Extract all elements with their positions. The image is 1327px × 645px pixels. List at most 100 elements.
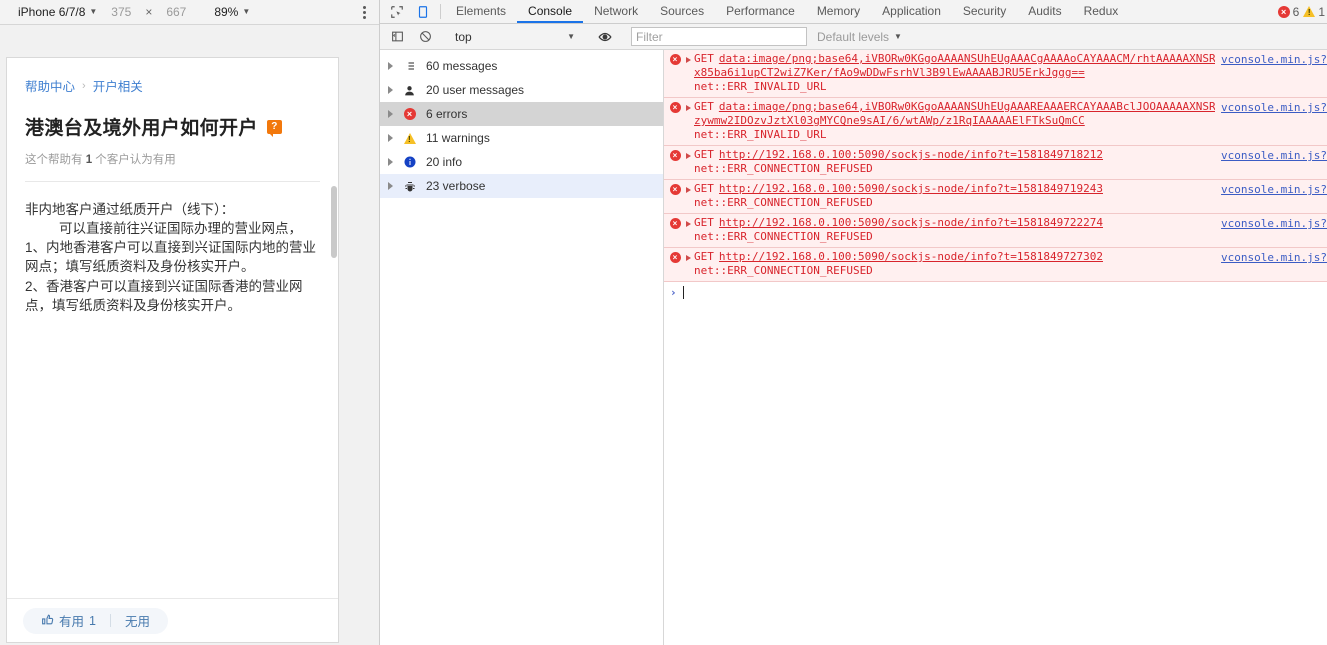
sidebar-item-info[interactable]: 20 info [380,150,663,174]
device-height-input[interactable]: 667 [156,5,196,19]
sidebar-item-verbose[interactable]: 23 verbose [380,174,663,198]
prompt-chevron-icon: › [670,286,677,299]
mobile-page: 帮助中心 › 开户相关 港澳台及境外用户如何开户 ? 这个帮助有 1 个客户认为… [6,57,339,643]
request-url[interactable]: data:image/png;base64,iVBORw0KGgoAAAANSU… [719,52,1149,65]
thumbs-up-icon [41,613,54,629]
source-link[interactable]: vconsole.min.js? [1215,101,1327,114]
expand-arrow-icon[interactable] [388,110,393,118]
error-icon: × [1277,5,1290,18]
source-link[interactable]: vconsole.min.js? [1215,53,1327,66]
question-badge-icon: ? [266,119,282,137]
sidebar-item-errors-label: 6 errors [426,107,468,121]
tab-network[interactable]: Network [583,0,649,23]
console-message-list[interactable]: × GET data:image/png;base64,iVBORw0KGgoAA… [664,50,1327,645]
console-message-row[interactable]: × GET http://192.168.0.100:5090/sockjs-no… [664,146,1327,180]
kebab-menu-icon[interactable] [355,2,373,22]
expand-arrow-icon[interactable] [686,221,691,227]
sidebar-item-messages[interactable]: 60 messages [380,54,663,78]
request-method: GET [694,216,714,229]
console-prompt[interactable]: › [664,282,1327,299]
error-icon: × [664,52,686,65]
error-badge[interactable]: × 6 [1277,5,1299,19]
sidebar-item-user-messages-label: 20 user messages [426,83,525,97]
request-url[interactable]: http://192.168.0.100:5090/sockjs-node/in… [719,250,1103,264]
device-width-input[interactable]: 375 [101,5,141,19]
useful-button[interactable]: 有用 1 [27,608,110,634]
zoom-select[interactable]: 89% ▼ [214,5,250,19]
console-message-row[interactable]: × GET http://192.168.0.100:5090/sockjs-no… [664,214,1327,248]
expand-arrow-icon[interactable] [686,105,691,111]
expand-arrow-icon[interactable] [686,153,691,159]
breadcrumb-root[interactable]: 帮助中心 [25,76,75,95]
breadcrumb: 帮助中心 › 开户相关 [25,76,320,95]
source-link[interactable]: vconsole.min.js? [1215,183,1327,196]
warning-badge[interactable]: 1 [1303,5,1325,19]
useful-note-prefix: 这个帮助有 [25,154,86,166]
source-link[interactable]: vconsole.min.js? [1215,149,1327,162]
source-link[interactable]: vconsole.min.js? [1215,251,1327,264]
chevron-down-icon: ▼ [89,7,98,16]
sidebar-item-warnings[interactable]: 11 warnings [380,126,663,150]
tab-application[interactable]: Application [871,0,952,23]
warning-icon [402,132,417,144]
error-detail: net::ERR_CONNECTION_REFUSED [694,230,873,243]
request-method: GET [694,250,714,263]
request-method: GET [694,182,714,195]
breadcrumb-current[interactable]: 开户相关 [93,76,143,95]
warning-badge-count: 1 [1318,4,1325,19]
tab-console[interactable]: Console [517,0,584,23]
console-message-row[interactable]: × GET http://192.168.0.100:5090/sockjs-no… [664,248,1327,282]
expand-arrow-icon[interactable] [388,62,393,70]
inspect-element-icon[interactable] [384,0,410,23]
device-select[interactable]: iPhone 6/7/8 ▼ [14,5,101,19]
console-message-row[interactable]: × GET data:image/png;base64,iVBORw0KGgoAA… [664,50,1327,98]
expand-arrow-icon[interactable] [686,57,691,63]
device-emulation-pane: iPhone 6/7/8 ▼ 375 × 667 89% ▼ 帮助中心 › 开户… [0,0,380,645]
toolbar-divider [440,4,441,19]
tab-sources[interactable]: Sources [649,0,715,23]
execution-context-select[interactable]: top ▼ [451,27,579,46]
tab-memory[interactable]: Memory [806,0,871,23]
error-detail: net::ERR_INVALID_URL [694,80,827,93]
devtools-panel: Elements Console Network Sources Perform… [380,0,1327,645]
sidebar-toggle-icon[interactable] [384,30,410,43]
mobile-page-header: 帮助中心 › 开户相关 港澳台及境外用户如何开户 ? 这个帮助有 1 个客户认为… [7,58,338,182]
live-expression-icon[interactable] [592,30,618,44]
sidebar-item-info-label: 20 info [426,155,463,169]
console-body: 60 messages 20 user messages × 6 errors … [380,50,1327,645]
sidebar-item-errors[interactable]: × 6 errors [380,102,663,126]
expand-arrow-icon[interactable] [686,255,691,261]
tab-elements[interactable]: Elements [445,0,517,23]
request-url[interactable]: http://192.168.0.100:5090/sockjs-node/in… [719,216,1103,230]
source-link[interactable]: vconsole.min.js? [1215,217,1327,230]
dimension-separator-icon: × [145,5,153,19]
sidebar-item-warnings-label: 11 warnings [426,131,490,145]
expand-arrow-icon[interactable] [388,158,393,166]
sidebar-item-messages-label: 60 messages [426,59,498,73]
user-icon [402,84,417,97]
sidebar-item-user-messages[interactable]: 20 user messages [380,78,663,102]
tab-performance[interactable]: Performance [715,0,806,23]
log-levels-select[interactable]: Default levels ▼ [809,30,902,44]
request-url[interactable]: http://192.168.0.100:5090/sockjs-node/in… [719,182,1103,196]
device-viewport: 帮助中心 › 开户相关 港澳台及境外用户如何开户 ? 这个帮助有 1 个客户认为… [0,25,379,645]
expand-arrow-icon[interactable] [388,134,393,142]
console-message-row[interactable]: × GET data:image/png;base64,iVBORw0KGgoAA… [664,98,1327,146]
chevron-down-icon: ▼ [894,31,902,41]
useless-button[interactable]: 无用 [111,608,164,634]
clear-console-icon[interactable] [412,30,438,43]
expand-arrow-icon[interactable] [388,86,393,94]
page-scrollbar[interactable] [331,186,337,258]
console-message-row[interactable]: × GET http://192.168.0.100:5090/sockjs-no… [664,180,1327,214]
tab-redux[interactable]: Redux [1073,0,1130,23]
expand-arrow-icon[interactable] [388,182,393,190]
breadcrumb-separator-icon: › [82,79,86,92]
error-icon: × [664,250,686,263]
request-url[interactable]: data:image/png;base64,iVBORw0KGgoAAAANSU… [719,100,1149,113]
device-toolbar-icon[interactable] [410,0,436,23]
tab-audits[interactable]: Audits [1017,0,1072,23]
filter-input[interactable] [631,27,807,46]
request-url[interactable]: http://192.168.0.100:5090/sockjs-node/in… [719,148,1103,162]
expand-arrow-icon[interactable] [686,187,691,193]
tab-security[interactable]: Security [952,0,1017,23]
